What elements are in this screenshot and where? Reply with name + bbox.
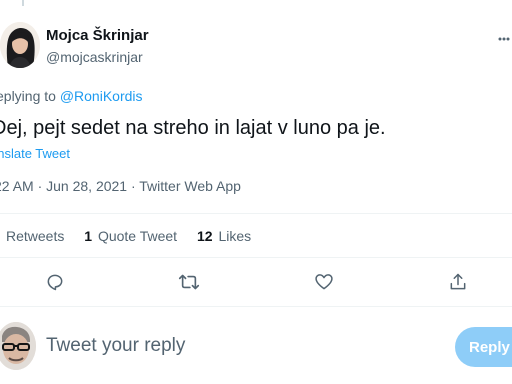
like-icon[interactable]: [312, 270, 336, 294]
retweet-icon[interactable]: [177, 270, 201, 294]
more-icon[interactable]: [498, 28, 510, 46]
divider: [0, 213, 512, 214]
reply-button[interactable]: Reply: [455, 327, 512, 367]
replying-to-link[interactable]: @RoniKordis: [60, 88, 143, 104]
thread-line: [22, 0, 24, 6]
translate-tweet-link[interactable]: anslate Tweet: [0, 146, 70, 161]
quote-label: Quote Tweet: [97, 228, 178, 244]
reply-input[interactable]: Tweet your reply: [46, 335, 185, 357]
replying-to-line: eplying to @RoniKordis: [0, 88, 143, 104]
author-handle[interactable]: @mojcaskrinjar: [46, 49, 143, 65]
replying-prefix: eplying to: [0, 88, 60, 104]
tweet-timestamp[interactable]: 22 AM · Jun 28, 2021 · Twitter Web App: [0, 178, 241, 194]
tweet-stats: Retweets 1 Quote Tweet 12 Likes: [6, 228, 267, 244]
quote-tweets-stat[interactable]: 1 Quote Tweet: [84, 228, 177, 244]
quote-count: 1: [84, 228, 93, 244]
likes-label: Likes: [218, 228, 252, 244]
retweets-stat[interactable]: Retweets: [6, 228, 64, 244]
tweet-text: Dej, pejt sedet na streho in lajat v lun…: [0, 117, 386, 139]
reply-icon[interactable]: [43, 270, 67, 294]
likes-count: 12: [196, 228, 213, 244]
user-avatar[interactable]: [0, 322, 36, 370]
likes-stat[interactable]: 12 Likes: [197, 228, 251, 244]
share-icon[interactable]: [446, 270, 470, 294]
divider: [0, 257, 512, 258]
author-name[interactable]: Mojca Škrinjar: [46, 27, 149, 44]
author-avatar[interactable]: [0, 22, 40, 68]
retweets-label: Retweets: [6, 228, 65, 244]
divider: [0, 306, 512, 307]
